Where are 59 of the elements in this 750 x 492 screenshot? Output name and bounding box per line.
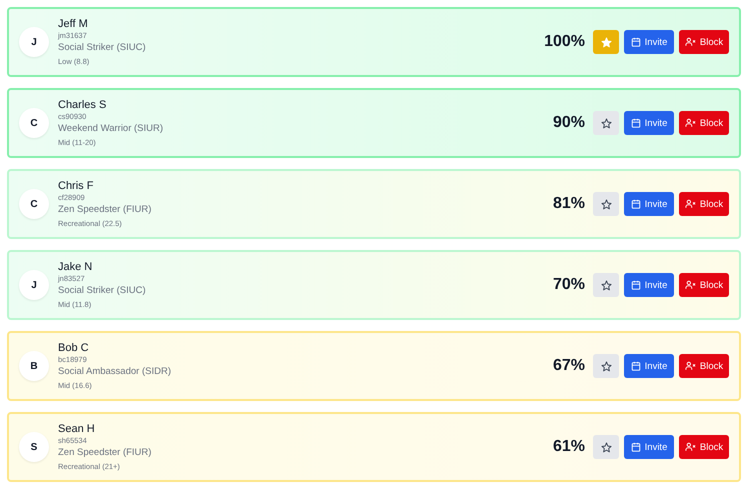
match-percentage: 61%	[552, 438, 585, 456]
play-style: Social Ambassador (SIDR)	[58, 364, 172, 378]
user-block-icon	[684, 442, 696, 452]
invite-button[interactable]: Invite	[624, 111, 674, 135]
star-icon	[600, 442, 612, 452]
match-percentage: 81%	[552, 195, 585, 213]
block-button[interactable]: Block	[679, 435, 729, 459]
invite-button[interactable]: Invite	[624, 435, 674, 459]
avatar: C	[19, 108, 49, 138]
player-name: Chris F	[58, 178, 94, 192]
invite-button[interactable]: Invite	[624, 354, 674, 378]
player-name: Jeff M	[58, 16, 89, 30]
play-style: Zen Speedster (FIUR)	[58, 446, 152, 458]
favorite-button[interactable]	[593, 192, 619, 216]
calendar-icon	[630, 118, 641, 128]
avatar: J	[19, 27, 49, 57]
avatar: B	[19, 351, 49, 381]
user-block-icon	[684, 118, 696, 128]
play-style: Social Striker (SIUC)	[58, 284, 147, 296]
block-button[interactable]: Block	[679, 354, 729, 378]
avatar: J	[19, 270, 49, 300]
invite-button[interactable]: Invite	[624, 192, 674, 216]
user-block-icon	[684, 280, 696, 290]
player-name: Bob C	[58, 340, 90, 354]
calendar-icon	[630, 361, 641, 371]
favorite-button[interactable]	[593, 354, 619, 378]
match-percentage: 90%	[552, 114, 585, 132]
match-percentage: 70%	[552, 276, 585, 294]
avatar: S	[19, 432, 49, 462]
favorite-button[interactable]	[593, 111, 619, 135]
avatar: C	[19, 189, 49, 219]
play-style: Zen Speedster (FIUR)	[58, 202, 152, 216]
play-style: Social Striker (SIUC)	[58, 40, 147, 54]
user-block-icon	[684, 199, 696, 209]
favorite-button[interactable]	[593, 435, 619, 459]
block-button[interactable]: Block	[679, 192, 729, 216]
user-block-icon	[684, 361, 696, 371]
block-button[interactable]: Block	[679, 111, 729, 135]
block-button[interactable]: Block	[679, 30, 729, 54]
calendar-icon	[630, 199, 641, 209]
star-icon	[600, 360, 612, 372]
star-icon	[600, 36, 612, 48]
play-style: Weekend Warrior (SIUR)	[58, 122, 164, 134]
calendar-icon	[630, 280, 641, 290]
star-icon	[600, 198, 612, 210]
player-name: Charles S	[58, 98, 108, 112]
invite-button[interactable]: Invite	[624, 30, 674, 54]
player-name: Sean H	[58, 422, 96, 436]
match-percentage: 67%	[552, 357, 585, 375]
block-button[interactable]: Block	[679, 273, 729, 297]
calendar-icon	[630, 442, 641, 452]
star-icon	[600, 118, 612, 128]
player-name: Jake N	[58, 260, 94, 274]
favorite-button[interactable]	[593, 273, 619, 297]
invite-button[interactable]: Invite	[624, 273, 674, 297]
star-icon	[600, 280, 612, 290]
match-percentage: 100%	[544, 33, 585, 51]
calendar-icon	[630, 37, 641, 47]
user-block-icon	[684, 37, 696, 47]
